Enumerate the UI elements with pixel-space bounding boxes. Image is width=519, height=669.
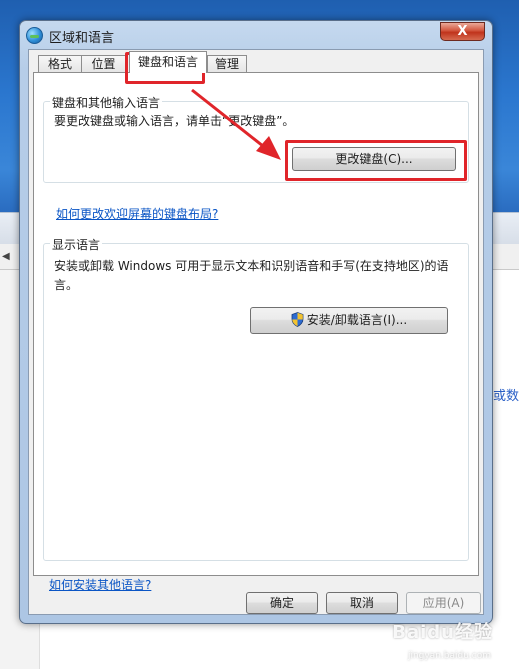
button-highlight-box <box>285 140 467 181</box>
install-uninstall-languages-label: 安装/卸载语言(I)... <box>306 313 408 327</box>
baidu-watermark: Baidu经验 <box>392 622 493 643</box>
uac-shield-icon <box>291 312 304 327</box>
display-language-group: 显示语言 安装或卸载 Windows 可用于显示文本和识别语音和手写(在支持地区… <box>43 236 469 561</box>
keyboard-group-description: 要更改键盘或输入语言，请单击“更改键盘”。 <box>54 114 295 128</box>
title-bar[interactable]: 区域和语言 X <box>20 21 492 49</box>
tab-formats[interactable]: 格式 <box>38 55 82 73</box>
display-language-description-line2: 言。 <box>54 278 79 292</box>
install-other-languages-link[interactable]: 如何安装其他语言? <box>49 576 151 593</box>
display-language-group-label: 显示语言 <box>50 236 103 253</box>
region-language-dialog: 区域和语言 X 格式 位置 键盘和语言 管理 键盘和其他输入语言 要更改键盘或输… <box>19 20 493 624</box>
tab-strip: 格式 位置 键盘和语言 管理 <box>29 50 483 73</box>
keyboard-group-label: 键盘和其他输入语言 <box>50 94 163 111</box>
cancel-button[interactable]: 取消 <box>326 592 398 614</box>
tab-location[interactable]: 位置 <box>81 55 126 73</box>
display-language-description-line1: 安装或卸载 Windows 可用于显示文本和识别语音和手写(在支持地区)的语 <box>54 259 449 273</box>
window-title: 区域和语言 <box>49 31 115 46</box>
welcome-keyboard-help-link[interactable]: 如何更改欢迎屏幕的键盘布局? <box>56 205 218 222</box>
apply-button[interactable]: 应用(A) <box>406 592 481 614</box>
baidu-watermark-url: jingyan.baidu.com <box>407 651 491 661</box>
globe-icon <box>26 27 43 44</box>
ok-button[interactable]: 确定 <box>246 592 318 614</box>
close-button[interactable]: X <box>440 22 485 41</box>
tab-keyboards-languages[interactable]: 键盘和语言 <box>129 51 207 73</box>
install-uninstall-languages-button[interactable]: 安装/卸载语言(I)... <box>250 307 448 334</box>
tab-administrative[interactable]: 管理 <box>207 55 247 73</box>
scroll-left-arrow-icon: ◀ <box>2 251 10 262</box>
dialog-client-area: 格式 位置 键盘和语言 管理 键盘和其他输入语言 要更改键盘或输入语言，请单击“… <box>28 49 484 615</box>
